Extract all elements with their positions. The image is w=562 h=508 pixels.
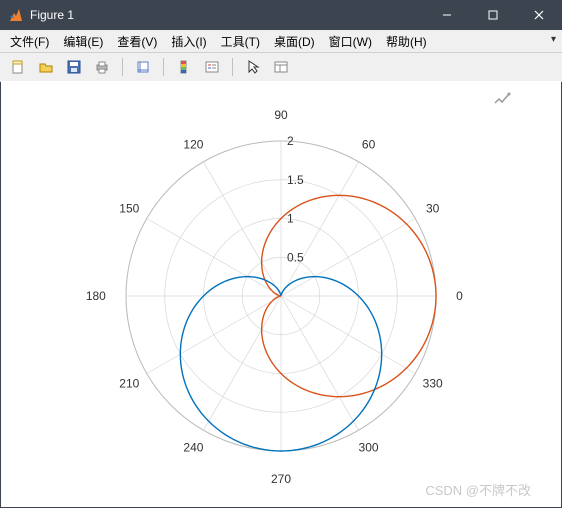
menu-edit[interactable]: 编辑(E)	[57, 31, 109, 52]
angle-tick-label: 330	[423, 377, 443, 391]
link-axes-button[interactable]	[131, 55, 155, 79]
angle-tick-label: 270	[271, 472, 291, 486]
radial-tick-label: 1	[287, 212, 294, 226]
toolbar-separator-1	[122, 58, 123, 76]
polar-axes: 0.5 1 1.5 2 0 30 60 90 120 150 180 210 240 270 300 330	[1, 81, 561, 507]
menu-insert[interactable]: 插入(I)	[165, 31, 212, 52]
radial-tick-label: 1.5	[287, 173, 304, 187]
menu-view[interactable]: 查看(V)	[111, 31, 163, 52]
insert-colorbar-button[interactable]	[172, 55, 196, 79]
watermark-text: CSDN @不牌不改	[425, 480, 531, 499]
toolbar-separator-3	[232, 58, 233, 76]
minimize-button[interactable]	[424, 0, 470, 30]
menu-file[interactable]: 文件(F)	[4, 31, 55, 52]
angle-tick-label: 300	[359, 441, 379, 455]
new-figure-button[interactable]	[6, 55, 30, 79]
axes-canvas[interactable]: 0.511.520306090120150180210240270300330 …	[1, 81, 561, 507]
menu-help[interactable]: 帮助(H)	[380, 31, 433, 52]
angle-tick-label: 90	[274, 108, 288, 122]
axes-toolbar-icon[interactable]	[493, 91, 511, 105]
matlab-logo-icon	[8, 7, 24, 23]
print-button[interactable]	[90, 55, 114, 79]
open-button[interactable]	[34, 55, 58, 79]
angle-tick-label: 60	[362, 137, 376, 151]
menubar: 文件(F) 编辑(E) 查看(V) 插入(I) 工具(T) 桌面(D) 窗口(W…	[0, 30, 562, 53]
angle-tick-label: 120	[183, 137, 203, 151]
angle-tick-label: 210	[119, 377, 139, 391]
angle-tick-label: 180	[86, 289, 106, 303]
toolbar	[0, 53, 562, 82]
open-property-inspector-button[interactable]	[269, 55, 293, 79]
angle-tick-label: 240	[183, 441, 203, 455]
radial-tick-label: 2	[287, 134, 294, 148]
window-title: Figure 1	[30, 8, 424, 22]
figure-window: Figure 1 文件(F) 编辑(E) 查看(V) 插入(I) 工具(T) 桌…	[0, 0, 562, 508]
angle-tick-label: 150	[119, 201, 139, 215]
close-button[interactable]	[516, 0, 562, 30]
insert-legend-button[interactable]	[200, 55, 224, 79]
menu-desktop[interactable]: 桌面(D)	[268, 31, 321, 52]
titlebar: Figure 1	[0, 0, 562, 30]
maximize-button[interactable]	[470, 0, 516, 30]
radial-tick-label: 0.5	[287, 250, 304, 264]
menu-window[interactable]: 窗口(W)	[323, 31, 378, 52]
menu-tools[interactable]: 工具(T)	[215, 31, 266, 52]
menubar-overflow-icon[interactable]: ▾	[551, 34, 556, 45]
edit-plot-button[interactable]	[241, 55, 265, 79]
save-button[interactable]	[62, 55, 86, 79]
toolbar-separator-2	[163, 58, 164, 76]
angle-tick-label: 0	[456, 289, 463, 303]
angle-tick-label: 30	[426, 201, 440, 215]
